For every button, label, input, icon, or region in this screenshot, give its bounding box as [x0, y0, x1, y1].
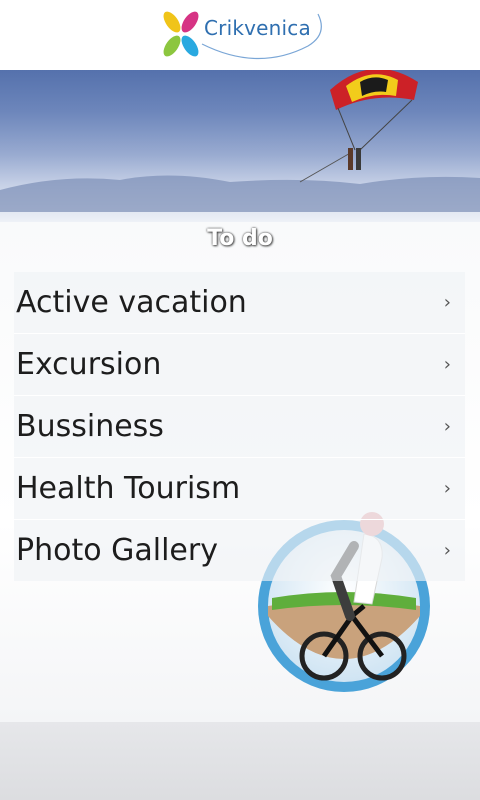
- menu-item-label: Health Tourism: [16, 471, 241, 506]
- todo-menu: Active vacation › Excursion › Bussiness …: [14, 272, 465, 581]
- menu-item-label: Photo Gallery: [16, 533, 218, 568]
- section-title: To do: [207, 226, 273, 251]
- chevron-right-icon: ›: [443, 540, 451, 561]
- chevron-right-icon: ›: [443, 354, 451, 375]
- menu-item-photo-gallery[interactable]: Photo Gallery ›: [14, 520, 465, 581]
- logo-swoosh: [201, 13, 322, 60]
- menu-item-label: Active vacation: [16, 285, 247, 320]
- chevron-right-icon: ›: [443, 292, 451, 313]
- menu-item-excursion[interactable]: Excursion ›: [14, 334, 465, 396]
- chevron-right-icon: ›: [443, 416, 451, 437]
- footer-bar: [0, 722, 480, 800]
- menu-item-business[interactable]: Bussiness ›: [14, 396, 465, 458]
- menu-item-health-tourism[interactable]: Health Tourism ›: [14, 458, 465, 520]
- parasailing-banner: [0, 52, 480, 222]
- menu-item-active-vacation[interactable]: Active vacation ›: [14, 272, 465, 334]
- menu-item-label: Excursion: [16, 347, 162, 382]
- chevron-right-icon: ›: [443, 478, 451, 499]
- parasailing-photo-icon: [0, 68, 480, 212]
- crikvenica-logo[interactable]: Crikvenica: [158, 6, 328, 66]
- menu-item-label: Bussiness: [16, 409, 164, 444]
